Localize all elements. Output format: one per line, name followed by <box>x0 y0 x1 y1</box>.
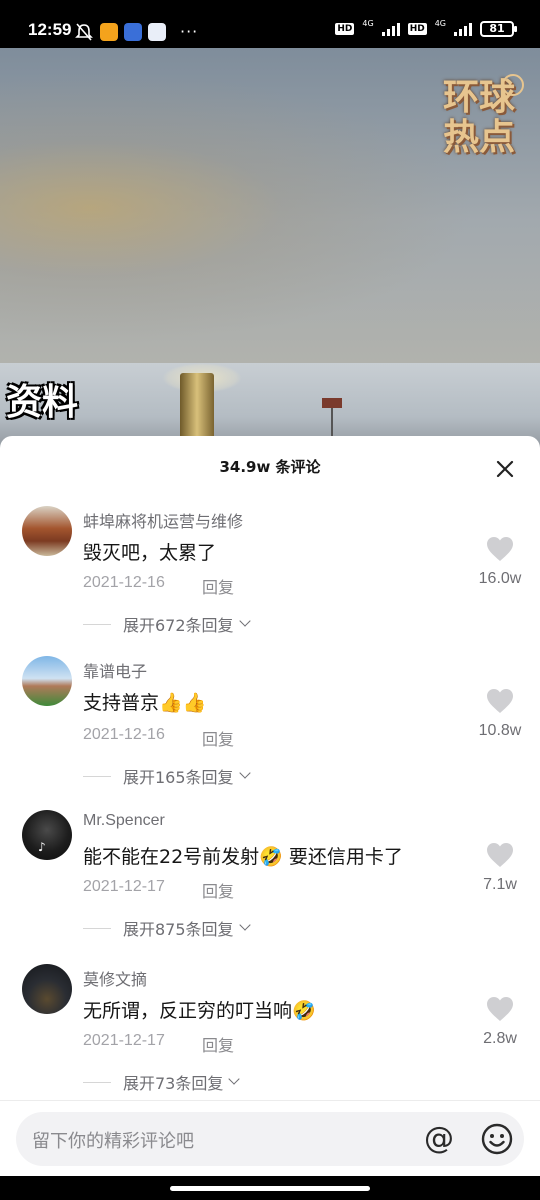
expand-replies-label: 展开165条回复 <box>123 768 234 787</box>
comment-count-title: 34.9w 条评论 <box>219 458 321 476</box>
status-time: 12:59 <box>28 20 72 39</box>
comment-item[interactable]: 靠谱电子 支持普京👍👍 2021-12-16 回复 展开165条回复 10.8w <box>0 656 540 806</box>
emoji-button[interactable] <box>480 1122 514 1156</box>
divider <box>83 623 111 625</box>
comment-username[interactable]: 靠谱电子 <box>83 658 147 682</box>
comment-date: 2021-12-16 <box>83 726 165 743</box>
comment-username[interactable]: 蚌埠麻将机运营与维修 <box>83 508 243 532</box>
notification-icons: ··· <box>74 22 198 41</box>
expand-replies-button[interactable]: 展开875条回复 <box>83 916 251 940</box>
globe-icon <box>502 74 524 96</box>
comment-username[interactable]: Mr.Spencer <box>83 812 165 830</box>
logo-line: 热点 <box>442 117 515 158</box>
avatar[interactable]: ♪ <box>22 810 72 860</box>
comment-input-placeholder: 留下你的精彩评论吧 <box>32 1131 194 1152</box>
expand-replies-label: 展开672条回复 <box>123 616 234 635</box>
comment-date: 2021-12-16 <box>83 574 165 591</box>
comment-sheet: 34.9w 条评论 蚌埠麻将机运营与维修 毁灭吧，太累了 2021-12-16 … <box>0 436 540 1200</box>
comment-item[interactable]: 莫修文摘 无所谓，反正穷的叮当响🤣 2021-12-17 回复 展开73条回复 … <box>0 964 540 1114</box>
like-button[interactable]: 16.0w <box>470 536 530 588</box>
smile-icon <box>481 1123 513 1155</box>
channel-logo: 环球 热点 <box>436 74 524 162</box>
comment-text: 毁灭吧，太累了 <box>83 542 217 564</box>
signal-icon <box>454 22 472 36</box>
like-count: 16.0w <box>478 570 522 587</box>
expand-replies-button[interactable]: 展开165条回复 <box>83 764 251 788</box>
comment-text: 能不能在22号前发射🤣 要还信用卡了 <box>83 846 403 868</box>
chevron-down-icon <box>238 919 251 931</box>
comment-item[interactable]: 蚌埠麻将机运营与维修 毁灭吧，太累了 2021-12-16 回复 展开672条回… <box>0 506 540 656</box>
signal-icon <box>381 22 400 36</box>
comment-item[interactable]: ♪ Mr.Spencer 能不能在22号前发射🤣 要还信用卡了 2021-12-… <box>0 810 540 960</box>
expand-replies-button[interactable]: 展开73条回复 <box>83 1070 241 1094</box>
at-icon: @ <box>424 1121 454 1156</box>
status-right: HD 4G HD 4G 81 <box>335 18 517 37</box>
avatar[interactable] <box>22 964 72 1014</box>
heart-icon <box>487 689 513 713</box>
battery-icon: 81 <box>480 21 517 37</box>
like-button[interactable]: 2.8w <box>470 996 530 1048</box>
comment-date: 2021-12-17 <box>83 878 165 895</box>
comment-input[interactable]: 留下你的精彩评论吧 @ <box>16 1112 524 1166</box>
network-type-label: 4G <box>362 18 374 28</box>
comment-text: 无所谓，反正穷的叮当响🤣 <box>83 1000 316 1022</box>
expand-replies-label: 展开875条回复 <box>123 920 234 939</box>
heart-icon <box>487 843 513 867</box>
close-icon <box>496 460 514 478</box>
chevron-down-icon <box>238 767 251 779</box>
divider <box>83 927 111 929</box>
tiktok-logo-icon: ♪ <box>38 840 46 854</box>
video-player[interactable]: 环球 热点 资料 <box>0 48 540 448</box>
reply-button[interactable]: 回复 <box>202 878 234 902</box>
comment-text: 支持普京👍👍 <box>83 692 207 714</box>
like-button[interactable]: 10.8w <box>470 688 530 740</box>
app-notification-icon <box>100 22 118 41</box>
reply-button[interactable]: 回复 <box>202 1032 234 1056</box>
hd-badge: HD <box>407 23 427 35</box>
mention-button[interactable]: @ <box>420 1120 458 1158</box>
network-type-label: 4G <box>434 18 446 28</box>
more-notifications-icon: ··· <box>180 22 199 41</box>
divider <box>83 775 111 777</box>
expand-replies-label: 展开73条回复 <box>123 1074 224 1093</box>
home-indicator[interactable] <box>170 1186 370 1191</box>
reply-button[interactable]: 回复 <box>202 574 234 598</box>
comment-date: 2021-12-17 <box>83 1032 165 1049</box>
video-caption: 资料 <box>6 382 79 423</box>
heart-icon <box>487 537 513 561</box>
chevron-down-icon <box>228 1073 241 1085</box>
divider <box>83 1081 111 1083</box>
close-button[interactable] <box>492 456 518 482</box>
chevron-down-icon <box>238 615 251 627</box>
heart-icon <box>487 997 513 1021</box>
app-notification-icon <box>124 22 142 41</box>
hd-badge: HD <box>335 23 355 35</box>
like-count: 7.1w <box>483 876 517 893</box>
like-count: 2.8w <box>483 1030 517 1047</box>
like-count: 10.8w <box>478 722 522 739</box>
app-notification-icon <box>148 22 166 41</box>
avatar[interactable] <box>22 656 72 706</box>
comment-username[interactable]: 莫修文摘 <box>83 966 147 990</box>
divider <box>0 1100 540 1101</box>
reply-button[interactable]: 回复 <box>202 726 234 750</box>
bell-off-icon <box>75 22 93 41</box>
like-button[interactable]: 7.1w <box>470 842 530 894</box>
avatar[interactable] <box>22 506 72 556</box>
expand-replies-button[interactable]: 展开672条回复 <box>83 612 251 636</box>
